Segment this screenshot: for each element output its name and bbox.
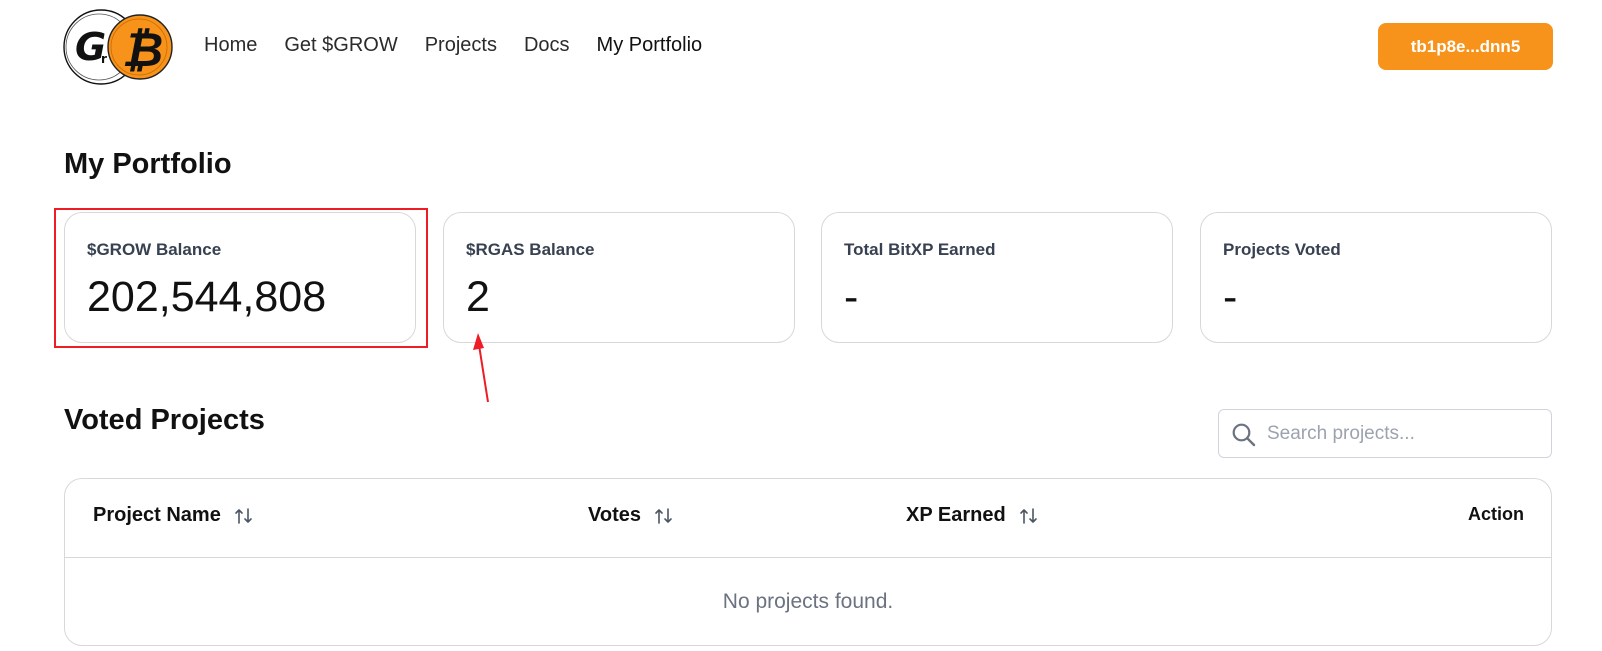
sort-arrows [235,507,252,524]
logo-r-letter: r [101,52,107,66]
logo-bitcoin-symbol: ₿ [122,23,163,78]
site-header: G r ₿ Home Get $GROW Projects Docs My Po… [63,8,1553,88]
grow-balance-card: $GROW Balance 202,544,808 [64,212,416,343]
projects-voted-value: - [1223,273,1238,321]
sort-icon[interactable] [654,507,673,525]
search-icon [1232,423,1256,447]
search-projects-input[interactable] [1267,411,1543,456]
project-name-header-label: Project Name [93,504,221,526]
logo-svg: G r ₿ [63,9,173,85]
search-icon-handle [1246,437,1256,447]
grow-balance-value: 202,544,808 [87,273,327,321]
voted-projects-table: Project Name Votes XP Earned Action No p… [64,478,1552,646]
rgas-balance-label: $RGAS Balance [466,240,595,259]
sort-arrows [655,507,672,524]
main-navigation: Home Get $GROW Projects Docs My Portfoli… [204,34,702,57]
rgas-balance-card: $RGAS Balance 2 [443,212,795,343]
table-header: Project Name Votes XP Earned Action [65,479,1551,558]
action-column-header: Action [1468,504,1524,525]
votes-column-header[interactable]: Votes [588,504,673,527]
nav-docs-link[interactable]: Docs [524,34,570,57]
grow-bitcoin-logo-icon[interactable]: G r ₿ [63,8,175,86]
page-title: My Portfolio [64,148,232,180]
grow-balance-label: $GROW Balance [87,240,222,259]
nav-home-link[interactable]: Home [204,34,257,57]
votes-header-label: Votes [588,504,641,526]
total-bitxp-card: Total BitXP Earned - [821,212,1173,343]
arrow-shaft [478,344,489,403]
rgas-balance-value: 2 [466,273,490,321]
project-search-box[interactable] [1218,409,1552,458]
sort-icon[interactable] [234,507,253,525]
sort-arrows [1019,507,1037,524]
nav-get-grow-link[interactable]: Get $GROW [284,34,397,57]
xp-earned-column-header[interactable]: XP Earned [906,504,1038,527]
nav-projects-link[interactable]: Projects [425,34,497,57]
projects-voted-card: Projects Voted - [1200,212,1552,343]
wallet-address-button[interactable]: tb1p8e...dnn5 [1378,23,1553,70]
project-name-column-header[interactable]: Project Name [93,504,253,527]
voted-projects-title: Voted Projects [64,404,265,436]
projects-voted-label: Projects Voted [1223,240,1341,259]
total-bitxp-value: - [844,273,859,321]
total-bitxp-label: Total BitXP Earned [844,240,996,259]
nav-my-portfolio-link[interactable]: My Portfolio [597,34,703,57]
action-header-label: Action [1468,504,1524,524]
empty-table-message: No projects found. [722,590,894,613]
xp-earned-header-label: XP Earned [906,504,1006,526]
sort-icon[interactable] [1019,507,1038,525]
portfolio-page: G r ₿ Home Get $GROW Projects Docs My Po… [0,0,1602,651]
